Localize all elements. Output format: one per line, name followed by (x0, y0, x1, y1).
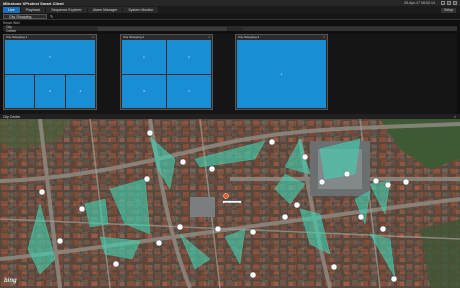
smart-wall-bar: City Centre (3, 25, 457, 33)
camera-tile[interactable]: 4 (167, 74, 211, 108)
camera-view-title: City Shopping 1 (6, 35, 28, 39)
close-icon[interactable]: × (454, 115, 460, 119)
map-center-label: City Centre (222, 200, 243, 205)
camera-view-panel[interactable]: City Shopping 2 × 1 2 3 4 (120, 34, 213, 110)
window-controls: – □ × (441, 1, 457, 5)
maximize-button[interactable]: □ (447, 1, 451, 5)
city-map[interactable]: City Centre bing (0, 119, 460, 288)
camera-view-panel[interactable]: City Shopping 1 × 1 3 4 (3, 34, 97, 110)
camera-views-area: City Shopping 1 × 1 3 4 City Shopping 2 × … (3, 34, 457, 114)
pencil-icon[interactable]: ✎ (50, 14, 53, 19)
map-title: City Centre (3, 114, 20, 119)
camera-view-title: City Shopping 2 (123, 35, 145, 39)
app-title: Milestone XProtect Smart Client (3, 0, 64, 6)
smart-wall-dropdown[interactable] (98, 26, 227, 31)
camera-tile[interactable]: 1 (122, 40, 166, 74)
close-icon[interactable]: × (208, 35, 212, 39)
bing-logo: bing (4, 278, 17, 284)
setup-button[interactable]: Setup (441, 7, 456, 13)
camera-view-title: City Shopping 3 (238, 35, 260, 39)
camera-tile[interactable]: 1 (237, 40, 326, 108)
clock-display: 25-Apr-17 08:02:14 (404, 1, 435, 5)
camera-tile[interactable]: 1 (5, 40, 95, 74)
minimize-button[interactable]: – (441, 1, 445, 5)
smart-wall-selection[interactable]: City Centre (6, 25, 22, 33)
camera-view-panel[interactable]: City Shopping 3 × 1 (235, 34, 328, 110)
camera-tile[interactable]: 3 (35, 74, 65, 108)
close-icon[interactable]: × (92, 35, 96, 39)
camera-tile[interactable] (5, 74, 35, 108)
camera-tile[interactable]: 3 (122, 74, 166, 108)
view-toolbar: City Shopping ✎ (0, 13, 460, 20)
camera-tile[interactable]: 4 (65, 74, 95, 108)
close-icon[interactable]: × (323, 35, 327, 39)
main-tabs: Live Playback Sequence Explorer Alarm Ma… (0, 6, 460, 13)
close-button[interactable]: × (453, 1, 457, 5)
camera-tile[interactable]: 2 (167, 40, 211, 74)
smart-wall-preview-strip (242, 26, 457, 31)
view-selector[interactable]: City Shopping (3, 13, 47, 19)
